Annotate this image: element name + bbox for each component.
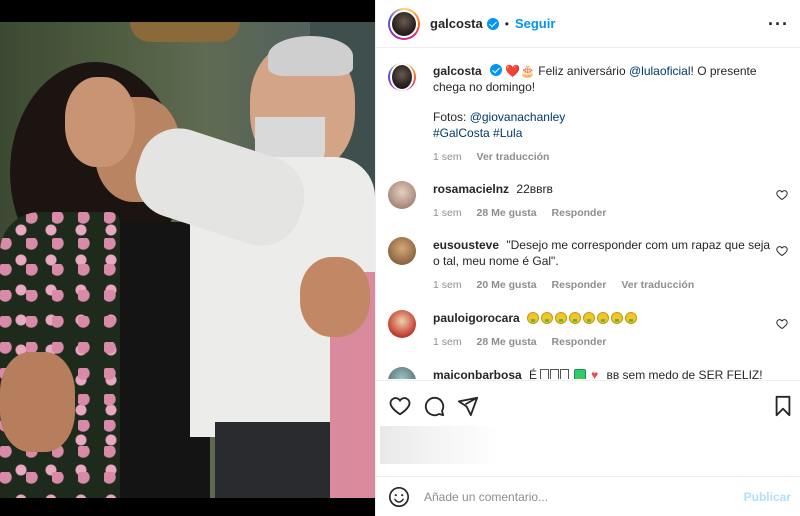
follow-button[interactable]: Seguir bbox=[515, 16, 555, 31]
comments-list[interactable]: galcosta ❤️🎂 Feliz aniversário @lulaofic… bbox=[376, 49, 800, 379]
caption: galcosta ❤️🎂 Feliz aniversário @lulaofic… bbox=[388, 63, 788, 173]
emoji-icon[interactable] bbox=[388, 486, 410, 508]
comment-avatar[interactable] bbox=[388, 237, 416, 265]
caption-time[interactable]: 1 sem bbox=[433, 151, 462, 163]
reply-button[interactable]: Responder bbox=[552, 279, 607, 291]
comment-item: eusousteve "Desejo me corresponder com u… bbox=[388, 237, 788, 297]
post-sidebar: galcosta • Seguir ··· galcosta ❤️🎂 Feliz… bbox=[375, 0, 800, 516]
comment-username[interactable]: eusousteve bbox=[433, 238, 499, 252]
emoji-icon bbox=[611, 312, 624, 324]
comment-likes[interactable]: 20 Me gusta bbox=[477, 279, 537, 291]
instagram-post-modal: galcosta • Seguir ··· galcosta ❤️🎂 Feliz… bbox=[0, 0, 800, 516]
likes-summary-blurred bbox=[380, 426, 500, 464]
heart-emoji-icon: ♥ bbox=[591, 368, 599, 379]
emoji-icon bbox=[597, 312, 610, 324]
comment-likes[interactable]: 28 Me gusta bbox=[477, 336, 537, 348]
photo-image bbox=[0, 22, 375, 498]
emoji-icon bbox=[555, 312, 568, 324]
more-icon[interactable]: ··· bbox=[768, 14, 789, 35]
comment-avatar[interactable] bbox=[388, 367, 416, 379]
comment-text-2: вв sem medo de SER FELIZ! bbox=[606, 368, 763, 379]
comment-time[interactable]: 1 sem bbox=[433, 336, 462, 348]
bookmark-icon[interactable] bbox=[772, 395, 794, 417]
caption-translate-link[interactable]: Ver traducción bbox=[477, 151, 550, 163]
avatar[interactable] bbox=[388, 7, 420, 40]
reply-button[interactable]: Responder bbox=[552, 207, 607, 219]
caption-mention-1[interactable]: @lulaoficial bbox=[629, 64, 691, 78]
comment-time[interactable]: 1 sem bbox=[433, 279, 462, 291]
comment-username[interactable]: rosamacielnz bbox=[433, 182, 509, 196]
separator-dot: • bbox=[504, 16, 509, 31]
reply-button[interactable]: Responder bbox=[552, 336, 607, 348]
post-photo[interactable] bbox=[0, 0, 375, 516]
comment-item: maiconbarbosa É ♥ вв sem medo de SER FEL… bbox=[388, 367, 788, 379]
emoji-icon bbox=[527, 312, 540, 324]
caption-username[interactable]: galcosta bbox=[433, 64, 482, 78]
comment-avatar[interactable] bbox=[388, 181, 416, 209]
caption-text-1: Feliz aniversário bbox=[538, 64, 626, 78]
add-comment-bar: Publicar bbox=[376, 476, 800, 516]
comment-avatar[interactable] bbox=[388, 310, 416, 338]
emoji-icon bbox=[541, 312, 554, 324]
caption-photos-label: Fotos: bbox=[433, 110, 467, 124]
comment-time[interactable]: 1 sem bbox=[433, 207, 462, 219]
comment-text: 22ввrв bbox=[516, 182, 553, 196]
caption-avatar[interactable] bbox=[388, 63, 416, 91]
comment-text-1: É bbox=[529, 368, 538, 379]
check-emoji-icon bbox=[573, 369, 586, 379]
comment-username[interactable]: maiconbarbosa bbox=[433, 368, 522, 379]
post-header: galcosta • Seguir ··· bbox=[376, 0, 800, 48]
heart-icon[interactable] bbox=[389, 395, 411, 417]
emoji-icon bbox=[583, 312, 596, 324]
caption-hashtags[interactable]: #GalCosta #Lula bbox=[433, 126, 522, 140]
action-bar bbox=[376, 380, 800, 430]
comment-item: pauloigorocara 1 sem 28 Me gusta Respond… bbox=[388, 310, 788, 360]
comment-heart-icon[interactable] bbox=[776, 189, 788, 201]
comment-username[interactable]: pauloigorocara bbox=[433, 311, 520, 325]
comment-likes[interactable]: 28 Me gusta bbox=[477, 207, 537, 219]
header-username[interactable]: galcosta bbox=[430, 16, 483, 31]
comment-translate-link[interactable]: Ver traducción bbox=[621, 279, 694, 291]
caption-emoji: ❤️🎂 bbox=[505, 64, 535, 78]
comment-heart-icon[interactable] bbox=[776, 245, 788, 257]
comment-heart-icon[interactable] bbox=[776, 318, 788, 330]
comment-input[interactable] bbox=[424, 489, 724, 504]
emoji-icon bbox=[569, 312, 582, 324]
comment-icon[interactable] bbox=[423, 395, 445, 417]
publish-button[interactable]: Publicar bbox=[744, 490, 791, 504]
share-icon[interactable] bbox=[457, 395, 479, 417]
verified-badge-icon bbox=[486, 17, 499, 30]
caption-mention-2[interactable]: @giovanachanley bbox=[470, 110, 566, 124]
verified-badge-icon bbox=[489, 64, 502, 76]
comment-item: rosamacielnz 22ввrв 1 sem 28 Me gusta Re… bbox=[388, 181, 788, 231]
comment-emojis bbox=[527, 311, 639, 325]
emoji-icon bbox=[625, 312, 638, 324]
